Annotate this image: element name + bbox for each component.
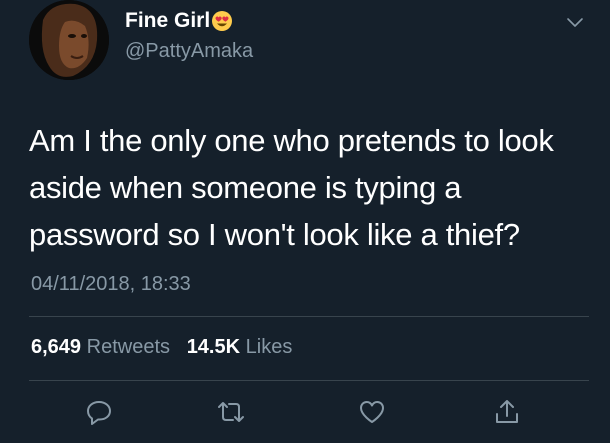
like-button[interactable]: [357, 397, 387, 427]
divider: [29, 380, 589, 381]
avatar[interactable]: [29, 0, 109, 80]
heart-eyes-emoji-icon: [212, 11, 233, 31]
likes-stat[interactable]: 14.5K Likes: [187, 336, 293, 358]
share-icon: [496, 400, 518, 423]
divider: [29, 316, 589, 317]
reply-button[interactable]: [84, 397, 114, 427]
tweet-text: Am I the only one who pretends to look a…: [29, 123, 554, 252]
chevron-down-icon[interactable]: [566, 17, 584, 29]
retweet-icon: [218, 402, 244, 422]
retweet-button[interactable]: [216, 397, 246, 427]
tweet-stats: 6,649 Retweets 14.5K Likes: [31, 336, 292, 359]
heart-icon: [360, 401, 384, 423]
likes-label: Likes: [245, 336, 293, 358]
display-name[interactable]: Fine Girl: [125, 9, 233, 33]
share-button[interactable]: [492, 397, 522, 427]
tweet-timestamp[interactable]: 04/11/2018, 18:33: [31, 273, 191, 296]
display-name-text: Fine Girl: [125, 9, 211, 32]
retweets-stat[interactable]: 6,649 Retweets: [31, 336, 176, 358]
likes-count: 14.5K: [186, 336, 241, 358]
tweet-card: Fine Girl @PattyAmaka Am I the only one …: [0, 0, 610, 443]
user-handle[interactable]: @PattyAmaka: [125, 40, 253, 63]
retweets-count: 6,649: [31, 336, 82, 358]
retweets-label: Retweets: [86, 336, 170, 358]
reply-icon: [87, 401, 111, 425]
